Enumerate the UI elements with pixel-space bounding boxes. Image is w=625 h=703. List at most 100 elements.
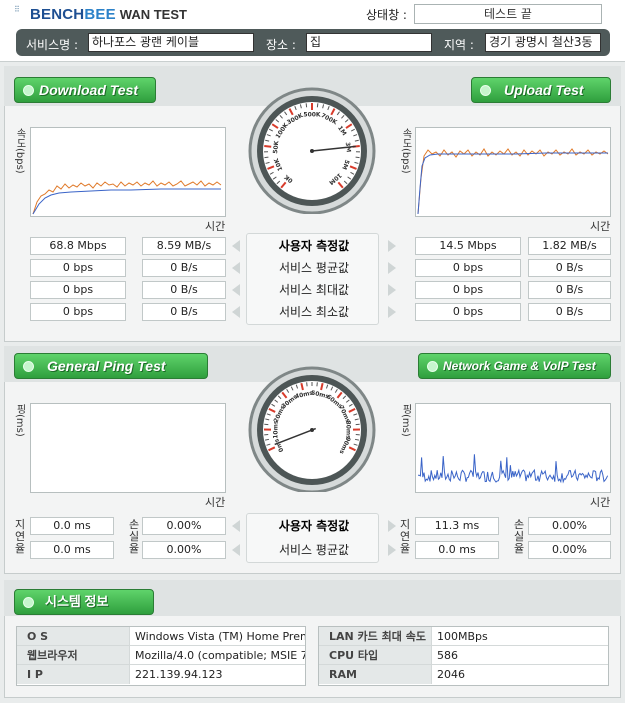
system-table-right: LAN 카드 최대 속도 100MBps CPU 타입 586 RAM 2046 <box>318 626 609 686</box>
general-loss-user: 0.00% <box>142 517 226 535</box>
speed-row-min-label: 서비스 최소값 <box>278 305 350 319</box>
game-ping-graph-svg <box>417 454 609 484</box>
upload-graph <box>415 127 611 217</box>
download-graph-svg <box>32 180 222 215</box>
ram-value: 2046 <box>431 665 608 684</box>
download-series-orange <box>32 180 222 215</box>
game-ping-series <box>417 454 609 484</box>
gauge-minor-tick <box>264 156 269 159</box>
browser-value: Mozilla/4.0 (compatible; MSIE 7.0, <box>129 646 305 665</box>
download-user-bps: 68.8 Mbps <box>30 237 126 255</box>
general-latency-label: 지연율 <box>14 518 26 555</box>
place-label: 장소 : <box>266 38 296 52</box>
status-label: 상태창 : <box>366 8 407 22</box>
service-field[interactable]: 하나포스 광랜 케이블 <box>88 33 254 52</box>
browser-label: 웹브라우저 <box>17 646 129 665</box>
download-min-bps: 0 bps <box>30 303 126 321</box>
speed-row-user: 사용자 측정값 <box>232 236 396 256</box>
speed-row-max: 서비스 최대값 <box>232 280 396 300</box>
button-dot-icon <box>427 361 438 372</box>
game-loss-user: 0.00% <box>528 517 611 535</box>
upload-min-bps: 0 bps <box>415 303 521 321</box>
game-latency-label: 지연율 <box>399 518 411 555</box>
logo-dots-icon: ⠿ <box>14 5 20 14</box>
upload-series-blue <box>417 152 608 215</box>
general-ping-graph <box>30 403 226 493</box>
download-user-bytes: 8.59 MB/s <box>142 237 226 255</box>
download-max-bps: 0 bps <box>30 281 126 299</box>
ping-row-avg: 서비스 평균값 <box>232 540 396 560</box>
game-ping-x-axis-label: 시간 <box>590 496 611 509</box>
general-latency-user: 0.0 ms <box>30 517 114 535</box>
download-test-button[interactable]: Download Test <box>14 77 156 103</box>
upload-max-bps: 0 bps <box>415 281 521 299</box>
download-y-axis-label: 속도(bps) <box>14 128 25 174</box>
download-series-blue <box>32 188 221 215</box>
system-info-button[interactable]: 시스템 정보 <box>14 589 154 615</box>
upload-max-bytes: 0 B/s <box>528 281 611 299</box>
general-loss-avg: 0.00% <box>142 541 226 559</box>
network-game-voip-test-button[interactable]: Network Game & VoIP Test <box>418 353 611 379</box>
download-x-axis-label: 시간 <box>205 220 226 233</box>
gauge-minor-tick <box>355 156 360 159</box>
download-avg-bps: 0 bps <box>30 259 126 277</box>
gauge-tick-label: 50K <box>272 140 280 154</box>
general-latency-avg: 0.0 ms <box>30 541 114 559</box>
region-field[interactable]: 경기 광명시 철산3동 <box>485 33 601 52</box>
ram-label: RAM <box>319 665 431 684</box>
download-avg-bytes: 0 B/s <box>142 259 226 277</box>
upload-series-orange <box>417 148 609 215</box>
upload-user-bps: 14.5 Mbps <box>415 237 521 255</box>
game-loss-avg: 0.00% <box>528 541 611 559</box>
button-dot-icon <box>23 85 34 96</box>
upload-avg-bps: 0 bps <box>415 259 521 277</box>
gauge-major-tick <box>264 144 272 148</box>
upload-graph-svg <box>417 148 609 215</box>
os-label: O S <box>17 627 129 646</box>
general-ping-test-button[interactable]: General Ping Test <box>14 353 208 379</box>
region-label: 지역 : <box>444 38 474 52</box>
upload-avg-bytes: 0 B/s <box>528 259 611 277</box>
upload-test-button[interactable]: Upload Test <box>471 77 611 103</box>
general-loss-label: 손실율 <box>128 518 140 555</box>
logo-bee: BEE <box>84 6 116 23</box>
system-info-title: 시스템 정보 <box>45 594 109 609</box>
status-field: 테스트 끝 <box>414 4 602 24</box>
upload-y-axis-label: 속도(bps) <box>400 128 411 174</box>
logo-main: BENCH <box>30 6 85 23</box>
upload-x-axis-label: 시간 <box>590 220 611 233</box>
ping-gauge: 0ms10ms20ms30ms40ms50ms60ms70ms80ms90ms <box>248 366 376 492</box>
game-loss-label: 손실율 <box>513 518 525 555</box>
game-ping-graph <box>415 403 611 493</box>
upload-min-bytes: 0 B/s <box>528 303 611 321</box>
download-min-bytes: 0 B/s <box>142 303 226 321</box>
system-table-left: O S Windows Vista (TM) Home Premiu 웹브라우저… <box>16 626 306 686</box>
upload-user-bytes: 1.82 MB/s <box>528 237 611 255</box>
download-max-bytes: 0 B/s <box>142 281 226 299</box>
ping-row-avg-label: 서비스 평균값 <box>278 543 350 557</box>
lan-speed-value: 100MBps <box>431 627 608 646</box>
game-latency-user: 11.3 ms <box>415 517 499 535</box>
button-dot-icon <box>480 85 491 96</box>
ip-value: 221.139.94.123 <box>129 665 305 684</box>
os-value: Windows Vista (TM) Home Premiu <box>129 627 305 646</box>
header: ⠿ BENCHBEE WAN TEST 상태창 : 테스트 끝 서비스명 : 하나… <box>0 0 625 62</box>
network-game-voip-test-label: Network Game & VoIP Test <box>443 359 596 373</box>
benchbee-app: ⠿ BENCHBEE WAN TEST 상태창 : 테스트 끝 서비스명 : 하나… <box>0 0 625 703</box>
speed-row-min: 서비스 최소값 <box>232 302 396 322</box>
speed-row-avg: 서비스 평균값 <box>232 258 396 278</box>
ping-row-user: 사용자 측정값 <box>232 516 396 536</box>
button-dot-icon <box>23 361 34 372</box>
download-graph <box>30 127 226 217</box>
ping-row-user-label: 사용자 측정값 <box>278 519 350 533</box>
ip-label: I P <box>17 665 129 684</box>
speed-row-avg-label: 서비스 평균값 <box>278 261 350 275</box>
logo-suffix: WAN TEST <box>119 7 187 22</box>
general-ping-y-axis-label: 핑(ms) <box>14 404 25 437</box>
cpu-type-label: CPU 타입 <box>319 646 431 665</box>
service-label: 서비스명 : <box>26 38 79 52</box>
general-ping-x-axis-label: 시간 <box>205 496 226 509</box>
download-test-label: Download Test <box>39 82 139 98</box>
place-field[interactable]: 집 <box>306 33 432 52</box>
cpu-type-value: 586 <box>431 646 608 665</box>
